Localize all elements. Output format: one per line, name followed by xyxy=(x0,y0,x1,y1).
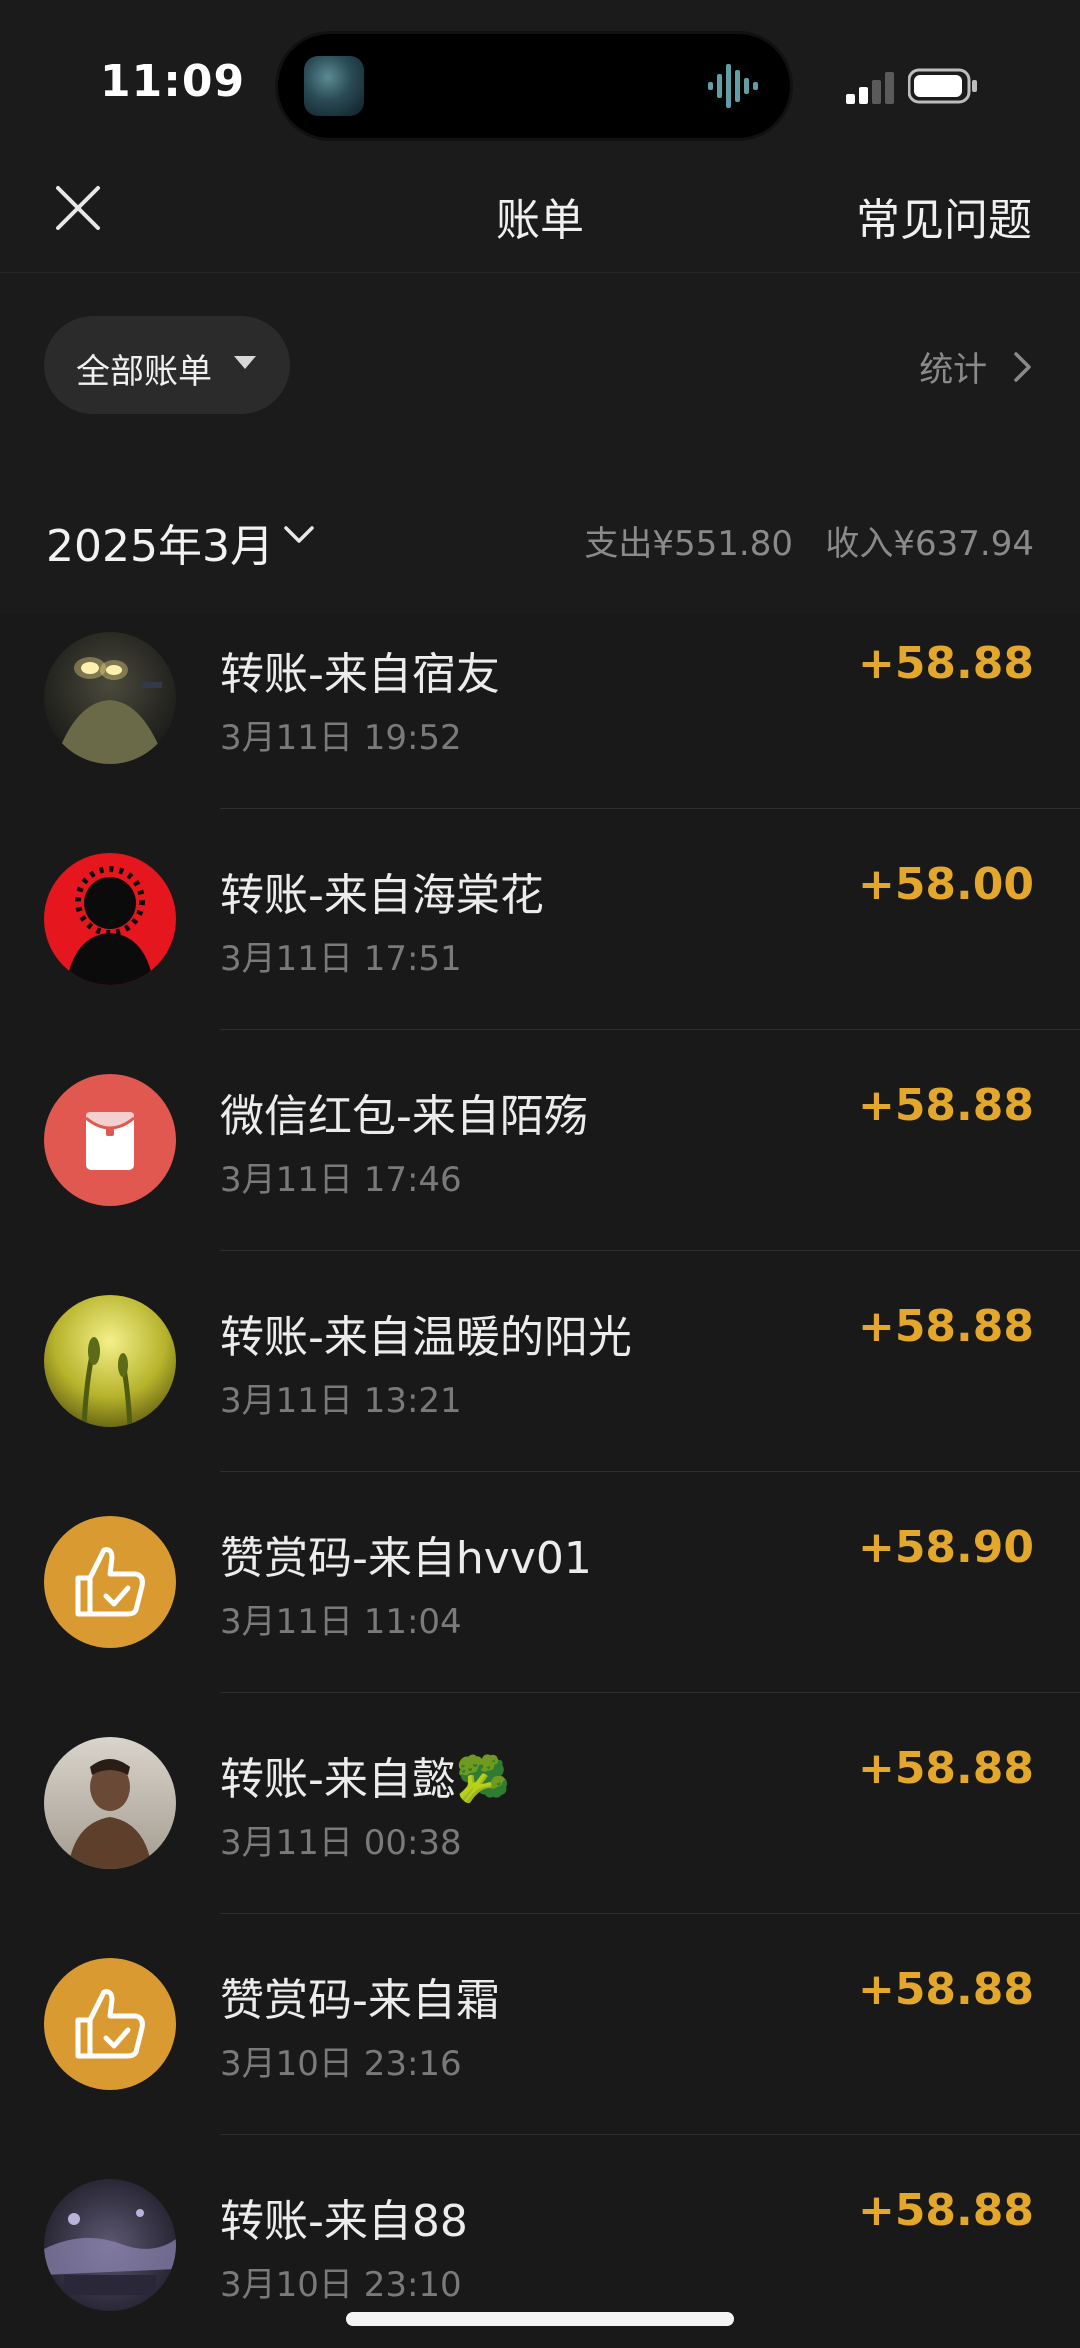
audio-waveform-icon xyxy=(708,64,758,108)
transaction-time: 3月11日 17:51 xyxy=(220,939,462,979)
red-packet-icon xyxy=(44,1074,176,1206)
transaction-row[interactable]: 转账-来自海棠花 3月11日 17:51 +58.00 xyxy=(0,835,1080,1056)
month-summary: 支出¥551.80 收入¥637.94 xyxy=(584,524,1034,564)
row-divider xyxy=(220,808,1080,809)
transaction-row[interactable]: 赞赏码-来自霜 3月10日 23:16 +58.88 xyxy=(0,1940,1080,2161)
faq-link[interactable]: 常见问题 xyxy=(856,184,1032,248)
transaction-time: 3月10日 23:10 xyxy=(220,2265,462,2305)
row-divider xyxy=(220,1250,1080,1251)
filter-row: 全部账单 统计 xyxy=(0,272,1080,463)
row-divider xyxy=(220,1029,1080,1030)
transaction-title: 转账-来自海棠花 xyxy=(220,870,544,921)
transaction-title: 转账-来自宿友 xyxy=(220,649,500,700)
avatar xyxy=(44,2179,176,2311)
avatar xyxy=(44,1295,176,1427)
home-indicator[interactable] xyxy=(346,2312,734,2326)
transaction-title: 赞赏码-来自霜 xyxy=(220,1975,500,2026)
transaction-row[interactable]: 转账-来自宿友 3月11日 19:52 +58.88 xyxy=(0,614,1080,835)
transaction-amount: +58.88 xyxy=(857,2185,1034,2236)
dynamic-island[interactable] xyxy=(278,34,790,138)
transaction-title: 微信红包-来自陌殇 xyxy=(220,1091,588,1142)
transaction-amount: +58.88 xyxy=(857,1743,1034,1794)
transaction-row[interactable]: 微信红包-来自陌殇 3月11日 17:46 +58.88 xyxy=(0,1056,1080,1277)
transaction-time: 3月11日 00:38 xyxy=(220,1823,462,1863)
transaction-amount: +58.90 xyxy=(857,1522,1034,1573)
transaction-amount: +58.88 xyxy=(857,638,1034,689)
transaction-title: 赞赏码-来自hvv01 xyxy=(220,1533,592,1584)
battery-icon xyxy=(908,68,977,104)
nav-bar: 账单 常见问题 xyxy=(0,160,1080,273)
row-divider xyxy=(220,1913,1080,1914)
transaction-time: 3月11日 19:52 xyxy=(220,718,462,758)
transaction-time: 3月10日 23:16 xyxy=(220,2044,462,2084)
avatar xyxy=(44,853,176,985)
caret-down-icon xyxy=(234,356,256,369)
row-divider xyxy=(220,2134,1080,2135)
transaction-title: 转账-来自88 xyxy=(220,2196,468,2247)
chevron-right-icon[interactable] xyxy=(1012,350,1034,384)
transaction-time: 3月11日 13:21 xyxy=(220,1381,462,1421)
transaction-time: 3月11日 11:04 xyxy=(220,1602,462,1642)
transaction-title: 转账-来自温暖的阳光 xyxy=(220,1312,632,1363)
chevron-down-icon[interactable] xyxy=(282,522,316,548)
status-time: 11:09 xyxy=(100,56,246,107)
transaction-amount: +58.00 xyxy=(857,859,1034,910)
transaction-amount: +58.88 xyxy=(857,1080,1034,1131)
bill-filter-label: 全部账单 xyxy=(76,352,212,392)
month-selector[interactable]: 2025年3月 xyxy=(46,510,274,574)
avatar xyxy=(44,1737,176,1869)
stats-label: 统计 xyxy=(919,350,988,390)
transaction-row[interactable]: 转账-来自懿🥦 3月11日 00:38 +58.88 xyxy=(0,1719,1080,1940)
row-divider xyxy=(220,1692,1080,1693)
transaction-time: 3月11日 17:46 xyxy=(220,1160,462,1200)
bill-filter-dropdown[interactable]: 全部账单 xyxy=(44,316,290,414)
transaction-amount: +58.88 xyxy=(857,1964,1034,2015)
status-bar: 11:09 xyxy=(0,0,1080,160)
transaction-amount: +58.88 xyxy=(857,1301,1034,1352)
avatar xyxy=(44,632,176,764)
row-divider xyxy=(220,1471,1080,1472)
thumbs-up-check-icon xyxy=(44,1516,176,1648)
month-header: 2025年3月 支出¥551.80 收入¥637.94 xyxy=(0,462,1080,614)
transaction-list[interactable]: 转账-来自宿友 3月11日 19:52 +58.88 转账-来自海棠花 3月11… xyxy=(0,614,1080,2348)
cellular-signal-icon xyxy=(846,72,894,104)
transaction-row[interactable]: 赞赏码-来自hvv01 3月11日 11:04 +58.90 xyxy=(0,1498,1080,1719)
transaction-row[interactable]: 转账-来自温暖的阳光 3月11日 13:21 +58.88 xyxy=(0,1277,1080,1498)
thumbs-up-check-icon xyxy=(44,1958,176,2090)
now-playing-artwork[interactable] xyxy=(304,56,364,116)
transaction-title: 转账-来自懿🥦 xyxy=(220,1754,511,1805)
